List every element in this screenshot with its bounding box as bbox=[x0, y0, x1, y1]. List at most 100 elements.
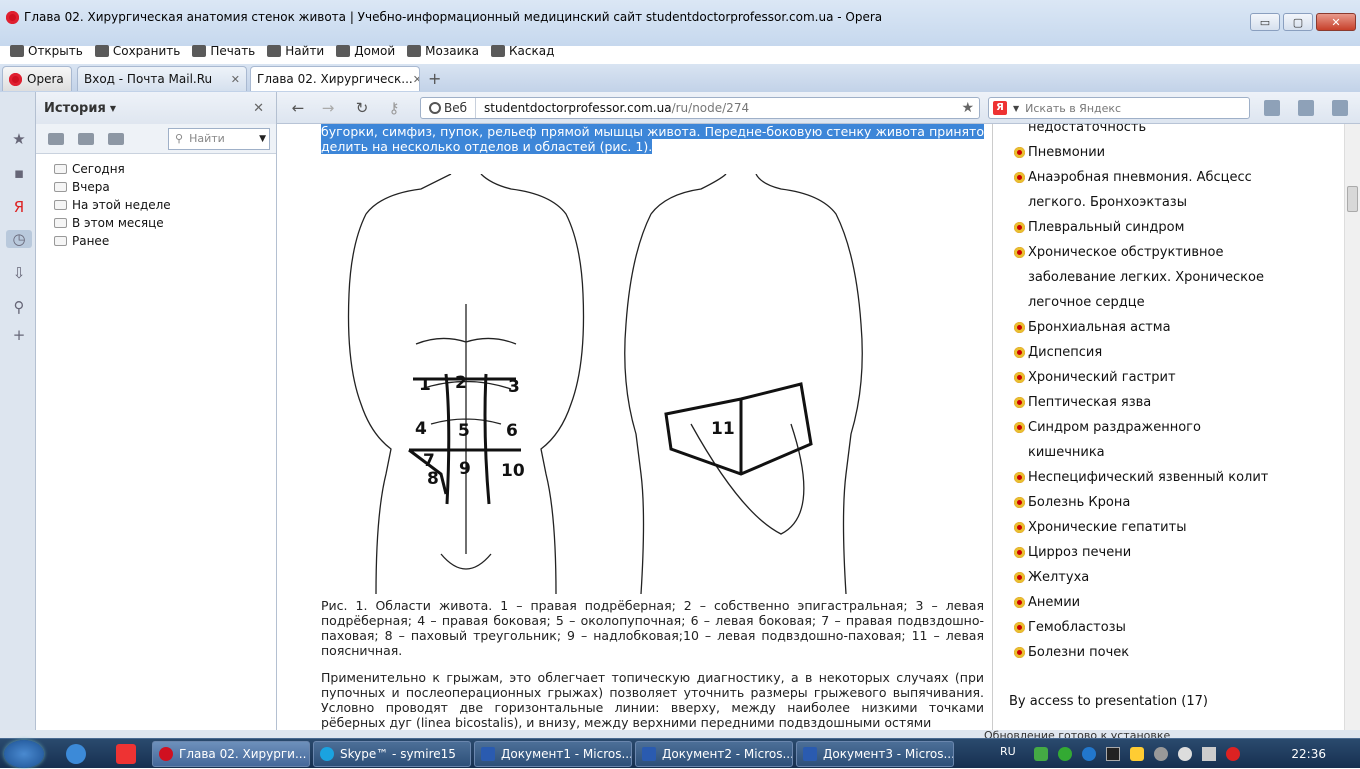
bookmark-star-icon[interactable]: ★ bbox=[961, 100, 979, 116]
sidebar-item[interactable]: Неспецифический язвенный колит bbox=[1014, 465, 1269, 490]
downloads-icon[interactable]: ⇩ bbox=[10, 264, 28, 282]
menu-print[interactable]: Печать bbox=[192, 44, 255, 58]
tab-bar: Opera Вход - Почта Mail.Ru ✕ Глава 02. Хи… bbox=[0, 64, 1360, 92]
scrollbar-thumb[interactable] bbox=[1347, 186, 1358, 212]
sidebar-item[interactable]: Желтуха bbox=[1014, 565, 1089, 590]
maximize-button[interactable]: ▢ bbox=[1283, 13, 1313, 31]
speed-icon[interactable] bbox=[1264, 100, 1280, 116]
home-icon bbox=[336, 45, 351, 57]
tray-skype-icon[interactable] bbox=[1082, 747, 1096, 761]
reload-icon[interactable]: ↻ bbox=[352, 99, 372, 117]
sidebar-item[interactable]: Анемии bbox=[1014, 590, 1080, 615]
tab-close-icon[interactable]: ✕ bbox=[413, 73, 419, 86]
menu-find[interactable]: Найти bbox=[267, 44, 324, 58]
sidebar-item-label: Плевральный синдром bbox=[1028, 220, 1185, 235]
task-word2[interactable]: Документ2 - Micros... bbox=[635, 741, 793, 767]
folder-icon bbox=[54, 200, 67, 210]
tray-network-icon[interactable] bbox=[1178, 747, 1192, 761]
page-icon[interactable] bbox=[1298, 100, 1314, 116]
language-indicator[interactable]: RU bbox=[1000, 745, 1016, 758]
sidebar-item[interactable]: недостаточность bbox=[1028, 124, 1146, 140]
minimize-button[interactable]: ▭ bbox=[1250, 13, 1280, 31]
sidebar-item[interactable]: Хронический гастрит bbox=[1014, 365, 1176, 390]
folder-icon[interactable] bbox=[48, 132, 64, 145]
url-field[interactable]: Веб studentdoctorprofessor.com.ua/ru/nod… bbox=[420, 97, 980, 119]
task-label: Документ1 - Micros... bbox=[501, 747, 632, 761]
tray-volume-icon[interactable] bbox=[1202, 747, 1216, 761]
menu-open[interactable]: Открыть bbox=[10, 44, 83, 58]
yandex-panel-icon[interactable]: Я bbox=[10, 198, 28, 216]
page-scrollbar[interactable] bbox=[1344, 124, 1360, 730]
menu-bar: Открыть Сохранить Печать Найти Домой Моз… bbox=[0, 40, 554, 62]
highlight-text: бугорки, симфиз, пупок, рельеф прямой мы… bbox=[321, 124, 984, 154]
sidebar-item-label: Неспецифический язвенный колит bbox=[1028, 470, 1269, 485]
back-icon[interactable]: ← bbox=[288, 99, 308, 117]
task-skype[interactable]: Skype™ - symire15 bbox=[313, 741, 471, 767]
add-panel-icon[interactable]: + bbox=[10, 326, 28, 344]
history-folder[interactable]: Вчера bbox=[36, 178, 276, 196]
sidebar-item[interactable]: Плевральный синдром bbox=[1014, 215, 1185, 240]
trash-icon[interactable] bbox=[78, 132, 94, 145]
access-link[interactable]: By access to presentation (17) bbox=[1009, 694, 1208, 709]
tray-folder-icon[interactable] bbox=[1130, 747, 1144, 761]
yandex-icon[interactable] bbox=[116, 744, 136, 764]
wrench-icon[interactable] bbox=[108, 132, 124, 145]
mail-icon[interactable] bbox=[1332, 100, 1348, 116]
ie-icon[interactable] bbox=[66, 744, 86, 764]
history-folder[interactable]: В этом месяце bbox=[36, 214, 276, 232]
article-paragraph: Применительно к грыжам, это облегчает то… bbox=[321, 670, 984, 730]
sidebar-item[interactable]: Анаэробная пневмония. Абсцесс легкого. Б… bbox=[1014, 165, 1288, 215]
sidebar-item[interactable]: Бронхиальная астма bbox=[1014, 315, 1171, 340]
history-folder[interactable]: На этой неделе bbox=[36, 196, 276, 214]
new-tab-button[interactable]: + bbox=[428, 69, 441, 88]
task-label: Глава 02. Хирурги... bbox=[179, 747, 307, 761]
sidebar-item[interactable]: Цирроз печени bbox=[1014, 540, 1131, 565]
sidebar-item[interactable]: Гемобластозы bbox=[1014, 615, 1126, 640]
tray-alert-icon[interactable] bbox=[1226, 747, 1240, 761]
tray-monitor-icon[interactable] bbox=[1106, 747, 1120, 761]
task-word1[interactable]: Документ1 - Micros... bbox=[474, 741, 632, 767]
sidebar-item[interactable]: Хроническое обструктивное заболевание ле… bbox=[1014, 240, 1288, 315]
panel-search-input[interactable]: ⚲ Найти ▼ bbox=[168, 127, 270, 150]
bullet-icon bbox=[1014, 622, 1025, 633]
history-folder[interactable]: Ранее bbox=[36, 232, 276, 250]
sidebar-item[interactable]: Диспепсия bbox=[1014, 340, 1102, 365]
sidebar-item[interactable]: Болезнь Крона bbox=[1014, 490, 1130, 515]
tray-settings-icon[interactable] bbox=[1154, 747, 1168, 761]
sidebar-item[interactable]: Пептическая язва bbox=[1014, 390, 1151, 415]
bookmarks-star-icon[interactable]: ★ bbox=[10, 130, 28, 148]
tab-mail[interactable]: Вход - Почта Mail.Ru ✕ bbox=[77, 66, 247, 91]
menu-tile[interactable]: Мозаика bbox=[407, 44, 479, 58]
task-word3[interactable]: Документ3 - Micros... bbox=[796, 741, 954, 767]
tab-article[interactable]: Глава 02. Хирургическ...✕ bbox=[250, 66, 420, 91]
task-opera[interactable]: Глава 02. Хирурги... bbox=[152, 741, 310, 767]
menu-save[interactable]: Сохранить bbox=[94, 44, 180, 58]
sidebar-item[interactable]: Хронические гепатиты bbox=[1014, 515, 1186, 540]
key-icon[interactable]: ⚷ bbox=[384, 99, 404, 117]
close-button[interactable]: ✕ bbox=[1316, 13, 1356, 31]
start-button[interactable] bbox=[4, 740, 44, 768]
history-folder[interactable]: Сегодня bbox=[36, 160, 276, 178]
notes-icon[interactable]: ▪ bbox=[10, 164, 28, 182]
sidebar-item[interactable]: Синдром раздраженного кишечника bbox=[1014, 415, 1228, 465]
panel-dropdown-icon[interactable]: ▼ bbox=[110, 104, 116, 113]
tab-close-icon[interactable]: ✕ bbox=[231, 73, 240, 86]
menu-cascade[interactable]: Каскад bbox=[491, 44, 554, 58]
sidebar-item[interactable]: Пневмонии bbox=[1014, 140, 1105, 165]
history-clock-icon[interactable]: ◷ bbox=[6, 230, 32, 248]
opera-menu-button[interactable]: Opera bbox=[2, 66, 72, 91]
tray-app-icon[interactable] bbox=[1034, 747, 1048, 761]
web-label: Веб bbox=[444, 101, 468, 115]
forward-icon[interactable]: → bbox=[318, 99, 338, 117]
sidebar-item[interactable]: Болезни почек bbox=[1014, 640, 1129, 665]
search-field[interactable]: Я ▼ Искать в Яндекс bbox=[988, 97, 1250, 119]
web-badge[interactable]: Веб bbox=[421, 98, 477, 118]
panel-toolbar: ⚲ Найти ▼ bbox=[36, 124, 276, 154]
clock[interactable]: 22:36 bbox=[1291, 747, 1326, 761]
find-dropdown-icon[interactable]: ▼ bbox=[259, 134, 266, 144]
tray-check-icon[interactable] bbox=[1058, 747, 1072, 761]
search-panel-icon[interactable]: ⚲ bbox=[10, 298, 28, 316]
panel-close-icon[interactable]: ✕ bbox=[253, 101, 264, 116]
menu-home[interactable]: Домой bbox=[336, 44, 395, 58]
figure-label: 8 bbox=[427, 469, 439, 489]
